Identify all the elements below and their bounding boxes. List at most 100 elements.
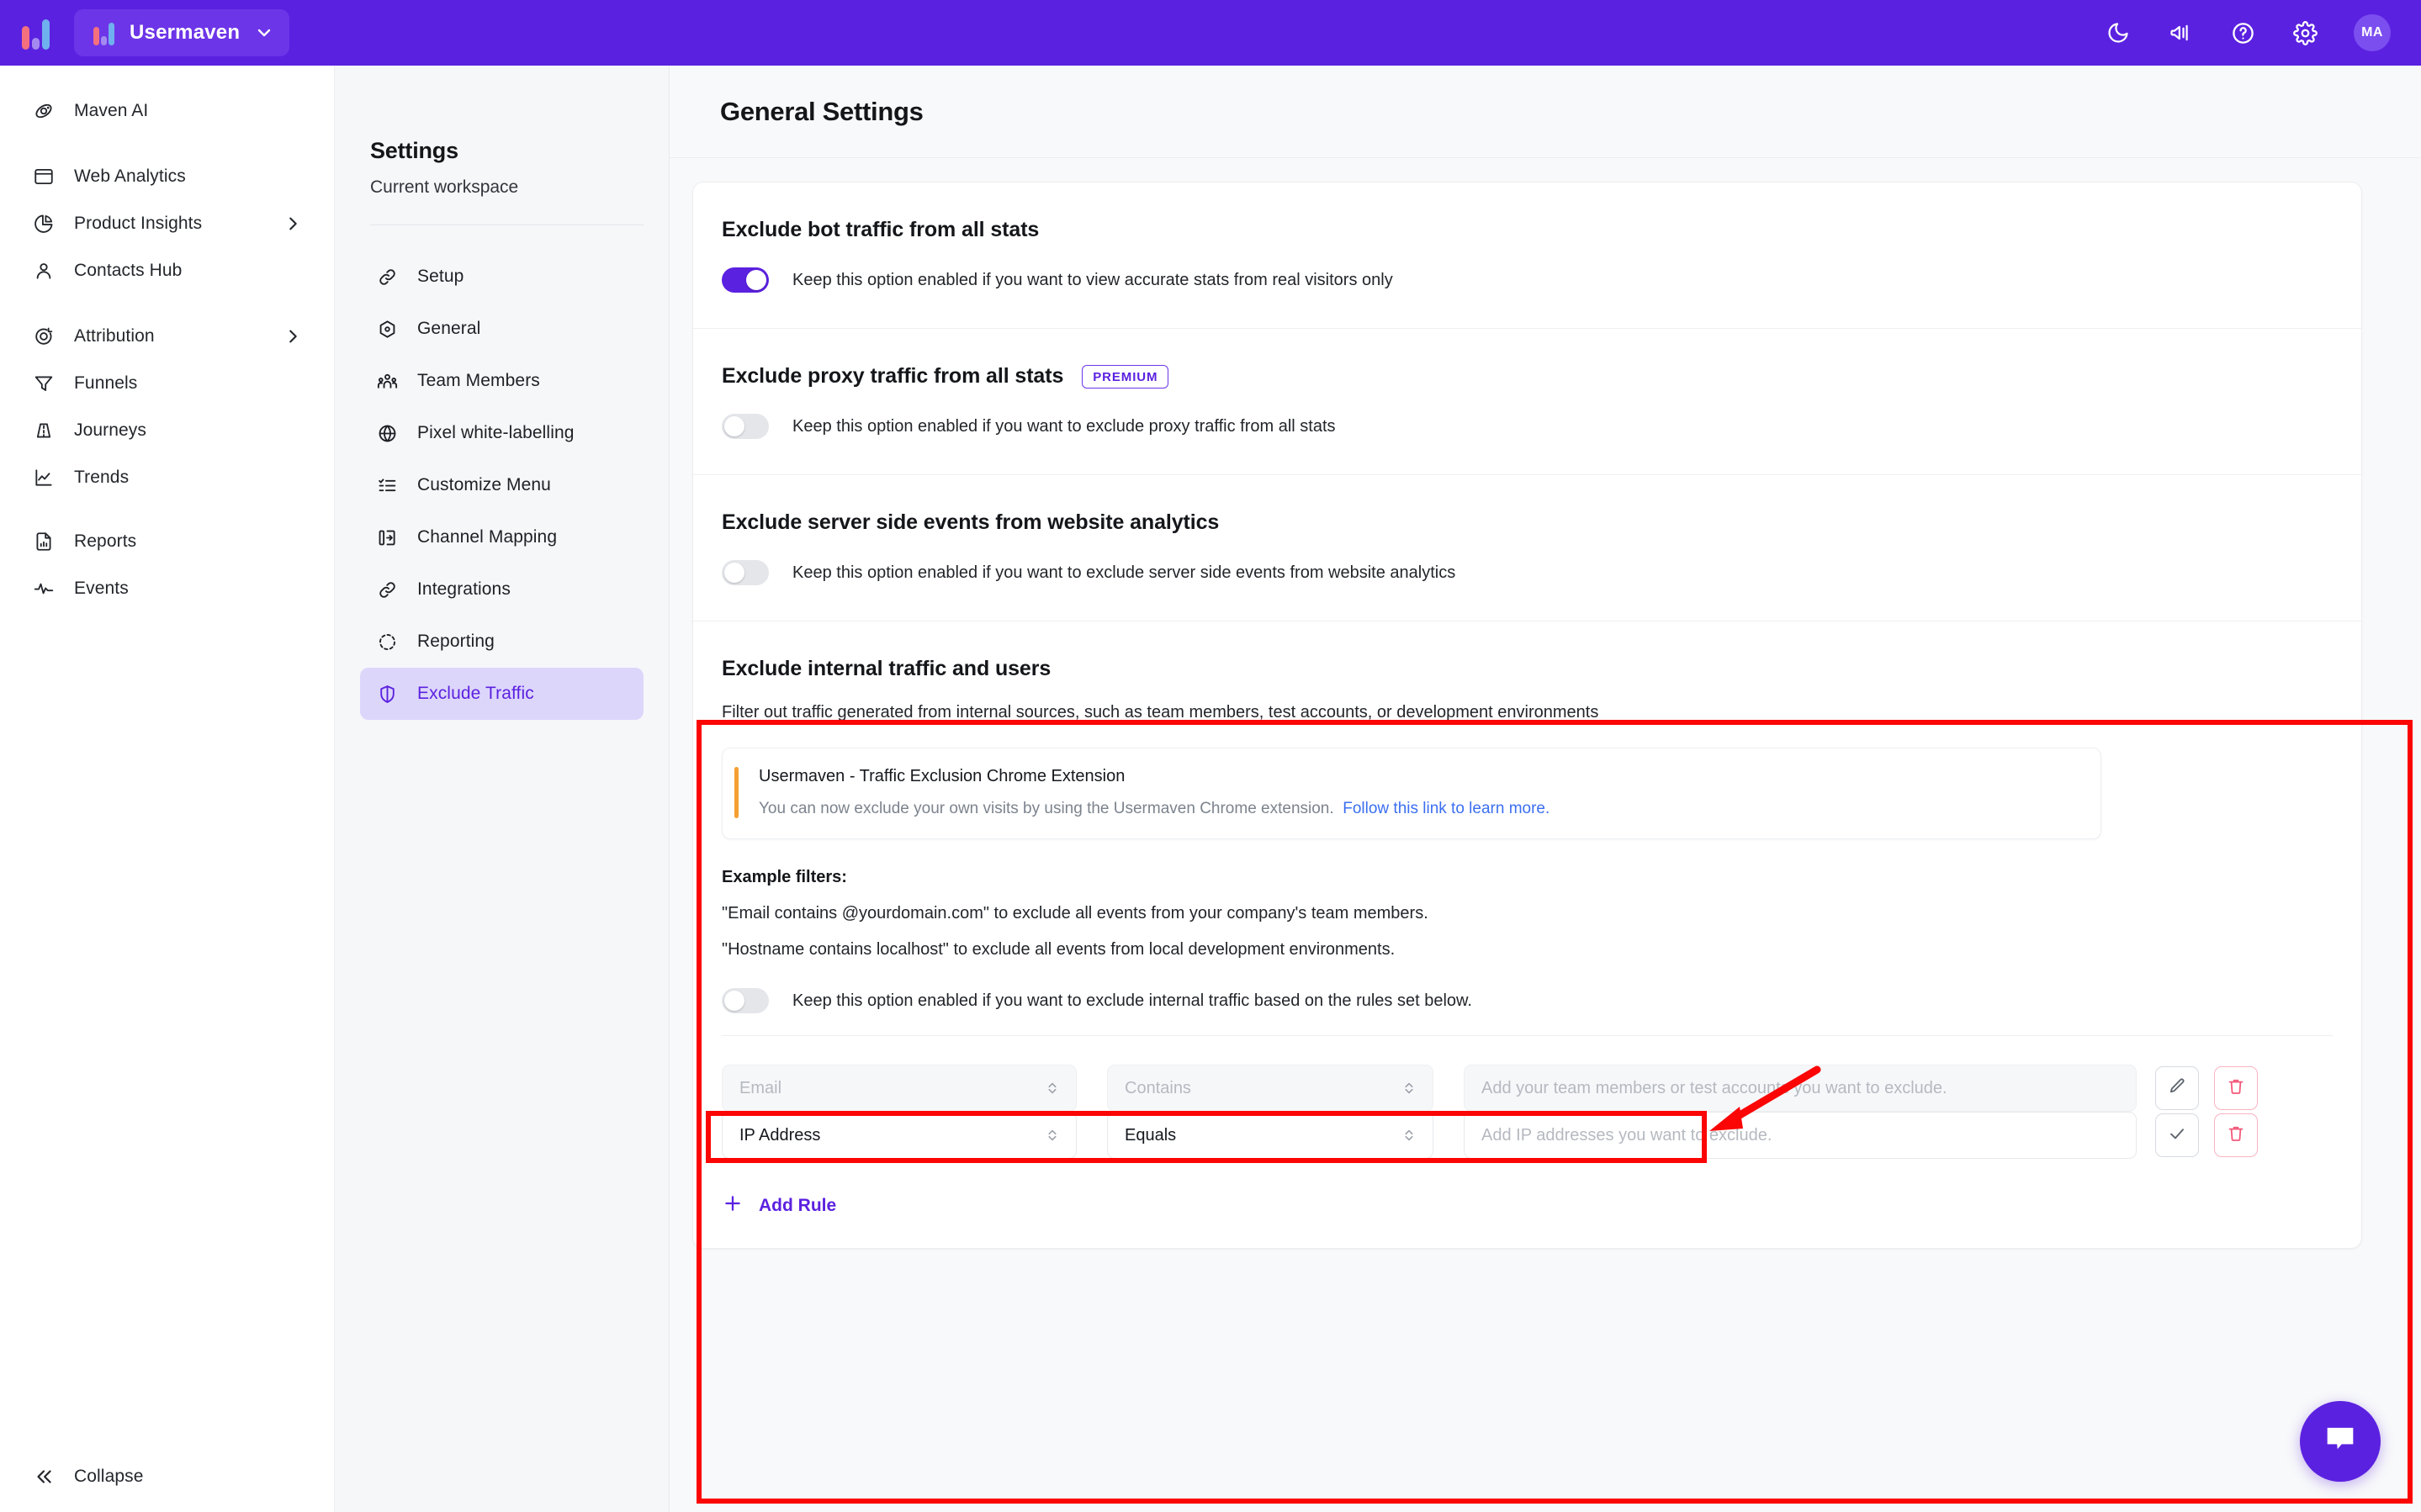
sidebar-item-journeys[interactable]: Journeys [15, 407, 319, 454]
settings-card: Exclude bot traffic from all stats Keep … [692, 182, 2362, 1249]
sidebar-item-label: Journeys [74, 420, 302, 441]
rule-operator-value: Equals [1125, 1126, 1401, 1145]
chevron-down-icon [254, 23, 274, 43]
link-icon [375, 578, 399, 601]
sidebar-item-trends[interactable]: Trends [15, 454, 319, 501]
rule-value-input[interactable]: Add IP addresses you want to exclude. [1464, 1112, 2137, 1159]
workspace-name: Usermaven [130, 21, 241, 45]
usermaven-bars-logo-icon [91, 20, 116, 45]
rule-operator-select[interactable]: Contains [1107, 1065, 1433, 1112]
rule-value-input[interactable]: Add your team members or test accounts y… [1464, 1065, 2137, 1112]
sidebar-item-web-analytics[interactable]: Web Analytics [15, 153, 319, 200]
settings-item-team-members[interactable]: Team Members [360, 355, 644, 407]
toggle-description: Keep this option enabled if you want to … [792, 991, 1472, 1011]
section-exclude-proxy-traffic: Exclude proxy traffic from all stats PRE… [693, 328, 2361, 474]
settings-item-channel-mapping[interactable]: Channel Mapping [360, 511, 644, 563]
settings-item-label: Integrations [417, 579, 511, 600]
sidebar-item-events[interactable]: Events [15, 565, 319, 612]
section-description: Filter out traffic generated from intern… [722, 703, 2333, 722]
chevron-updown-icon [1401, 1127, 1417, 1144]
chat-widget-button[interactable] [2300, 1401, 2381, 1482]
chevron-updown-icon [1401, 1080, 1417, 1097]
plus-icon [722, 1192, 744, 1219]
workspace-switcher[interactable]: Usermaven [74, 9, 289, 56]
learn-more-link[interactable]: Follow this link to learn more. [1343, 800, 1550, 817]
settings-item-label: Team Members [417, 371, 540, 391]
rule-value-placeholder: Add your team members or test accounts y… [1481, 1079, 1947, 1098]
collapse-sidebar-button[interactable]: Collapse [0, 1465, 334, 1488]
toggle-row: Keep this option enabled if you want to … [722, 267, 2333, 293]
usermaven-bars-logo-icon [19, 16, 52, 50]
rule-row: Email Contains [722, 1065, 2333, 1112]
settings-subtitle: Current workspace [370, 177, 644, 198]
exclude-bot-traffic-toggle[interactable] [722, 267, 769, 293]
sidebar-item-contacts-hub[interactable]: Contacts Hub [15, 247, 319, 294]
rule-field-select[interactable]: Email [722, 1065, 1077, 1112]
panel-arrow-icon [375, 526, 399, 549]
add-rule-button[interactable]: Add Rule [722, 1192, 2333, 1219]
main-scroll-area: Exclude bot traffic from all stats Keep … [670, 158, 2421, 1512]
moon-icon[interactable] [2105, 19, 2132, 46]
sidebar-item-label: Contacts Hub [74, 261, 302, 281]
rule-field-value: Email [739, 1079, 1044, 1098]
confirm-rule-button[interactable] [2155, 1113, 2199, 1157]
settings-item-reporting[interactable]: Reporting [360, 616, 644, 668]
link-icon [375, 265, 399, 288]
settings-item-label: Exclude Traffic [417, 684, 534, 704]
chevrons-left-icon [32, 1465, 56, 1488]
globe-icon [375, 421, 399, 445]
exclude-server-side-events-toggle[interactable] [722, 560, 769, 585]
settings-item-exclude-traffic[interactable]: Exclude Traffic [360, 668, 644, 720]
megaphone-icon[interactable] [2167, 19, 2194, 46]
toggle-description: Keep this option enabled if you want to … [792, 563, 1455, 583]
settings-item-customize-menu[interactable]: Customize Menu [360, 459, 644, 511]
exclude-proxy-traffic-toggle[interactable] [722, 414, 769, 439]
users-icon [375, 369, 399, 393]
edit-rule-button[interactable] [2155, 1066, 2199, 1110]
funnel-icon [32, 372, 56, 395]
notice-text-body: You can now exclude your own visits by u… [759, 800, 1334, 817]
chevron-updown-icon [1044, 1080, 1061, 1097]
primary-sidebar: Maven AI Web Analytics Product Insights [0, 66, 335, 1512]
notice-text: You can now exclude your own visits by u… [759, 800, 1550, 818]
avatar[interactable]: MA [2354, 14, 2391, 51]
rules-list: Email Contains [722, 1036, 2333, 1219]
toggle-row: Keep this option enabled if you want to … [722, 414, 2333, 439]
chevron-updown-icon [1044, 1127, 1061, 1144]
exclude-internal-traffic-toggle[interactable] [722, 988, 769, 1013]
rule-field-select[interactable]: IP Address [722, 1112, 1077, 1159]
sidebar-item-funnels[interactable]: Funnels [15, 360, 319, 407]
check-icon [2167, 1123, 2187, 1148]
section-title: Exclude proxy traffic from all stats [722, 364, 1063, 389]
settings-item-setup[interactable]: Setup [360, 251, 644, 303]
main-content: General Settings Exclude bot traffic fro… [670, 66, 2421, 1512]
sidebar-item-maven-ai[interactable]: Maven AI [15, 87, 319, 135]
section-exclude-server-side-events: Exclude server side events from website … [693, 474, 2361, 621]
add-rule-label: Add Rule [759, 1196, 836, 1216]
rule-operator-select[interactable]: Equals [1107, 1112, 1433, 1159]
pencil-icon [2167, 1076, 2187, 1101]
settings-item-label: General [417, 319, 480, 339]
section-exclude-internal-traffic: Exclude internal traffic and users Filte… [693, 621, 2361, 1248]
app-root: Usermaven MA [0, 0, 2421, 1512]
settings-item-pixel-white-labelling[interactable]: Pixel white-labelling [360, 407, 644, 459]
question-circle-icon[interactable] [2229, 19, 2256, 46]
avatar-initials: MA [2361, 25, 2383, 40]
settings-item-general[interactable]: General [360, 303, 644, 355]
topbar-actions: MA [2105, 14, 2391, 51]
section-exclude-bot-traffic: Exclude bot traffic from all stats Keep … [693, 182, 2361, 328]
browser-window-icon [32, 165, 56, 188]
section-title: Exclude internal traffic and users [722, 657, 1051, 681]
settings-item-integrations[interactable]: Integrations [360, 563, 644, 616]
notice-title: Usermaven - Traffic Exclusion Chrome Ext… [759, 767, 1550, 786]
sidebar-item-attribution[interactable]: Attribution [15, 313, 319, 360]
sidebar-item-reports[interactable]: Reports [15, 518, 319, 565]
example-filter-line: "Hostname contains localhost" to exclude… [722, 940, 2333, 960]
delete-rule-button[interactable] [2214, 1066, 2258, 1110]
rule-operator-value: Contains [1125, 1079, 1401, 1098]
gear-icon[interactable] [2291, 19, 2318, 46]
delete-rule-button[interactable] [2214, 1113, 2258, 1157]
settings-nav-list: Setup General Team Members [360, 251, 644, 720]
sidebar-item-product-insights[interactable]: Product Insights [15, 200, 319, 247]
main-header: General Settings [670, 66, 2421, 158]
